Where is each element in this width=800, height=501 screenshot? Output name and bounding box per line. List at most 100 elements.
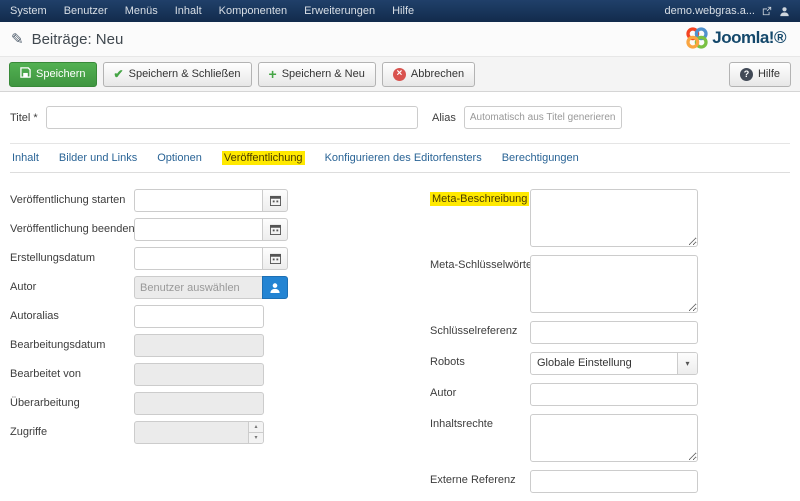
- external-reference-input[interactable]: [530, 470, 698, 493]
- publish-end-field: Veröffentlichung beenden: [10, 218, 418, 241]
- created-date-field: Erstellungsdatum: [10, 247, 418, 270]
- modified-by-label: Bearbeitet von: [10, 368, 81, 380]
- tab-editorfenster-label: Konfigurieren des Editorfensters: [324, 152, 482, 164]
- tab-inhalt-label: Inhalt: [12, 152, 39, 164]
- meta-description-label: Meta-Beschreibung: [430, 192, 530, 206]
- content-rights-field: Inhaltsrechte: [430, 414, 790, 462]
- menu-benutzer[interactable]: Benutzer: [64, 5, 108, 17]
- calendar-button[interactable]: [262, 189, 288, 212]
- tab-veroeffentlichung[interactable]: Veröffentlichung: [212, 144, 315, 172]
- number-spinner[interactable]: ▴ ▾: [248, 422, 263, 443]
- meta-author-label: Autor: [430, 387, 457, 399]
- key-reference-label: Schlüsselreferenz: [430, 325, 518, 337]
- top-nav-menus: System Benutzer Menüs Inhalt Komponenten…: [10, 5, 414, 17]
- publish-end-label: Veröffentlichung beenden: [10, 223, 135, 235]
- site-preview-link[interactable]: demo.webgras.a...: [665, 5, 756, 17]
- menu-hilfe[interactable]: Hilfe: [392, 5, 414, 17]
- cancel-button[interactable]: × Abbrechen: [381, 61, 476, 87]
- chevron-down-icon: ▾: [677, 353, 697, 374]
- publish-start-label: Veröffentlichung starten: [10, 194, 126, 206]
- meta-fields-column: Meta-Beschreibung Meta-Schlüsselwörter S…: [418, 189, 790, 501]
- revision-input: [134, 392, 264, 415]
- title-label: Titel *: [10, 111, 38, 124]
- alias-input[interactable]: [463, 106, 622, 129]
- tab-inhalt[interactable]: Inhalt: [10, 144, 49, 172]
- modified-date-input: [134, 334, 264, 357]
- menu-komponenten[interactable]: Komponenten: [219, 5, 288, 17]
- content-area: Titel * Alias Inhalt Bilder und Links Op…: [0, 92, 800, 501]
- meta-author-input[interactable]: [530, 383, 698, 406]
- robots-select-value: Globale Einstellung: [537, 357, 632, 369]
- menu-system[interactable]: System: [10, 5, 47, 17]
- menu-erweiterungen[interactable]: Erweiterungen: [304, 5, 375, 17]
- help-button-label: Hilfe: [757, 68, 780, 80]
- hits-label: Zugriffe: [10, 426, 48, 438]
- meta-description-textarea[interactable]: [530, 189, 698, 247]
- modified-by-field: Bearbeitet von: [10, 363, 418, 386]
- publish-start-field: Veröffentlichung starten: [10, 189, 418, 212]
- menu-menues[interactable]: Menüs: [125, 5, 158, 17]
- robots-select[interactable]: Globale Einstellung ▾: [530, 352, 698, 375]
- user-menu-icon[interactable]: [779, 6, 790, 17]
- author-field: Autor: [10, 276, 418, 299]
- tab-editorfenster[interactable]: Konfigurieren des Editorfensters: [315, 144, 492, 172]
- calendar-button[interactable]: [262, 247, 288, 270]
- external-reference-field: Externe Referenz: [430, 470, 790, 493]
- revision-label: Überarbeitung: [10, 397, 80, 409]
- joomla-admin-screen: System Benutzer Menüs Inhalt Komponenten…: [0, 0, 800, 501]
- cancel-button-label: Abbrechen: [410, 68, 465, 80]
- content-rights-label: Inhaltsrechte: [430, 418, 493, 430]
- title-input[interactable]: [46, 106, 418, 129]
- save-button[interactable]: Speichern: [9, 61, 97, 87]
- spinner-down-icon[interactable]: ▾: [249, 433, 263, 443]
- tab-optionen[interactable]: Optionen: [147, 144, 212, 172]
- modified-date-field: Bearbeitungsdatum: [10, 334, 418, 357]
- modified-by-input: [134, 363, 264, 386]
- author-select-input[interactable]: [134, 276, 262, 299]
- tab-bar: Inhalt Bilder und Links Optionen Veröffe…: [10, 143, 790, 173]
- content-rights-textarea[interactable]: [530, 414, 698, 462]
- tab-berechtigungen[interactable]: Berechtigungen: [492, 144, 589, 172]
- spinner-up-icon[interactable]: ▴: [249, 422, 263, 433]
- page-header: ✎ Beiträge: Neu Joomla!®: [0, 22, 800, 56]
- created-date-input[interactable]: [134, 247, 262, 270]
- author-alias-label: Autoralias: [10, 310, 59, 322]
- page-title: Beiträge: Neu: [31, 30, 124, 48]
- hits-input: [134, 421, 264, 444]
- meta-description-field: Meta-Beschreibung: [430, 189, 790, 247]
- top-nav-right: demo.webgras.a...: [665, 5, 791, 17]
- save-close-button[interactable]: ✔ Speichern & Schließen: [102, 61, 252, 87]
- cancel-icon: ×: [392, 67, 406, 81]
- robots-label: Robots: [430, 356, 465, 368]
- joomla-logo-text: Joomla!®: [712, 28, 786, 47]
- top-nav: System Benutzer Menüs Inhalt Komponenten…: [0, 0, 800, 22]
- created-date-label: Erstellungsdatum: [10, 252, 95, 264]
- tab-veroeffentlichung-label: Veröffentlichung: [221, 151, 305, 165]
- meta-keywords-label: Meta-Schlüsselwörter: [430, 259, 536, 271]
- external-link-icon[interactable]: [762, 6, 772, 16]
- menu-inhalt[interactable]: Inhalt: [175, 5, 202, 17]
- publish-start-input[interactable]: [134, 189, 262, 212]
- tab-berechtigungen-label: Berechtigungen: [501, 152, 579, 164]
- key-reference-field: Schlüsselreferenz: [430, 321, 790, 344]
- toolbar: Speichern ✔ Speichern & Schließen + Spei…: [0, 56, 800, 92]
- external-reference-label: Externe Referenz: [430, 474, 516, 486]
- save-close-button-label: Speichern & Schließen: [128, 68, 241, 80]
- check-icon: ✔: [113, 67, 124, 81]
- help-icon: ?: [739, 67, 753, 81]
- help-button[interactable]: ? Hilfe: [728, 61, 791, 87]
- calendar-button[interactable]: [262, 218, 288, 241]
- joomla-logo: Joomla!®: [685, 26, 786, 50]
- publishing-fields-column: Veröffentlichung starten Veröffentlichun…: [10, 189, 418, 501]
- tab-bilder-und-links[interactable]: Bilder und Links: [49, 144, 147, 172]
- select-user-button[interactable]: [262, 276, 288, 299]
- meta-keywords-textarea[interactable]: [530, 255, 698, 313]
- save-new-button-label: Speichern & Neu: [281, 68, 365, 80]
- pencil-icon: ✎: [11, 31, 24, 48]
- publish-end-input[interactable]: [134, 218, 262, 241]
- save-new-button[interactable]: + Speichern & Neu: [257, 61, 376, 87]
- modified-date-label: Bearbeitungsdatum: [10, 339, 106, 351]
- title-alias-row: Titel * Alias: [10, 106, 790, 129]
- author-alias-input[interactable]: [134, 305, 264, 328]
- key-reference-input[interactable]: [530, 321, 698, 344]
